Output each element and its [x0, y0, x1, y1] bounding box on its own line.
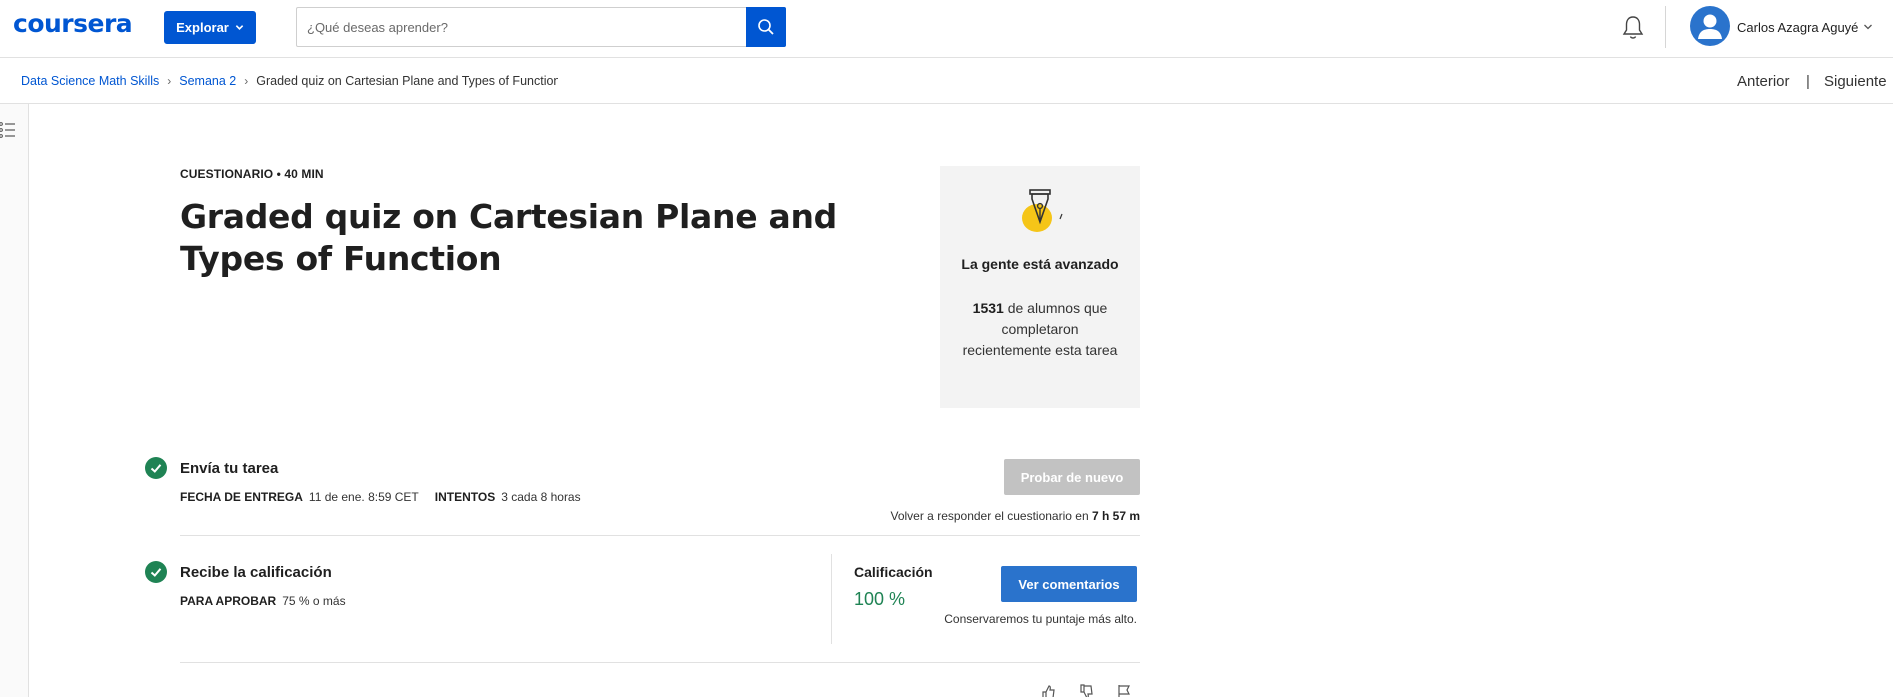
avatar[interactable]: [1690, 6, 1730, 46]
breadcrumb-week[interactable]: Semana 2: [179, 74, 236, 88]
progress-headline: La gente está avanzado: [961, 256, 1119, 272]
retry-countdown: 7 h 57 m: [1091, 509, 1140, 523]
search-box: [296, 7, 786, 47]
learner-count: 1531: [972, 300, 1004, 316]
breadcrumb: Data Science Math Skills › Semana 2 › Gr…: [21, 74, 558, 88]
explore-label: Explorar: [176, 20, 229, 35]
grade-value: 100 %: [854, 589, 906, 609]
pass-label: PARA APROBAR: [180, 594, 277, 608]
progress-text: 1531 de alumnos que completaron reciente…: [960, 298, 1120, 361]
grade-label: Calificación: [854, 564, 933, 580]
previous-button[interactable]: Anterior: [1737, 73, 1790, 90]
user-name[interactable]: Carlos Azagra Aguyé: [1737, 20, 1858, 35]
search-icon: [758, 19, 774, 35]
breadcrumb-current: Graded quiz on Cartesian Plane and Types…: [256, 74, 559, 88]
chevron-right-icon: ›: [244, 74, 249, 88]
progress-card: La gente está avanzado 1531 de alumnos q…: [940, 166, 1140, 408]
breadcrumb-bar: Data Science Math Skills › Semana 2 › Gr…: [0, 58, 1893, 104]
user-icon: [1698, 14, 1722, 39]
thumbs-down-icon[interactable]: [1078, 684, 1094, 697]
section-divider: [180, 662, 1140, 663]
quiz-meta: CUESTIONARIO • 40 MIN: [180, 167, 324, 181]
page-title: Graded quiz on Cartesian Plane and Types…: [180, 197, 837, 278]
retry-button[interactable]: Probar de nuevo: [1004, 459, 1140, 495]
breadcrumb-course[interactable]: Data Science Math Skills: [21, 74, 159, 88]
check-circle-icon: [145, 561, 167, 583]
flag-icon[interactable]: [1116, 684, 1132, 697]
retry-note: Volver a responder el cuestionario en 7 …: [820, 509, 1141, 523]
submit-step-title: Envía tu tarea: [180, 460, 279, 477]
attempts-value: 3 cada 8 horas: [501, 490, 581, 504]
section-divider: [180, 535, 1140, 536]
outline-list-icon[interactable]: [0, 120, 18, 140]
keep-score-note: Conservaremos tu puntaje más alto.: [944, 612, 1137, 626]
attempts-label: INTENTOS: [434, 490, 496, 504]
view-comments-button[interactable]: Ver comentarios: [1001, 566, 1137, 602]
header-divider: [1665, 6, 1666, 48]
due-date-value: 11 de ene. 8:59 CET: [308, 490, 419, 504]
search-input[interactable]: [297, 8, 745, 46]
grade-step-title: Recibe la calificación: [180, 564, 332, 581]
top-header: coursera Explorar Carlos Azagra Aguyé: [0, 0, 1893, 58]
thumbs-up-icon[interactable]: [1040, 684, 1056, 697]
pen-nib-icon: [1022, 189, 1063, 232]
chevron-down-icon[interactable]: [1863, 22, 1873, 32]
search-button[interactable]: [746, 7, 786, 47]
bell-icon[interactable]: [1620, 14, 1646, 42]
next-button[interactable]: Siguiente: [1824, 73, 1887, 90]
submit-step-meta: FECHA DE ENTREGA 11 de ene. 8:59 CET INTEN…: [180, 490, 581, 504]
explore-button[interactable]: Explorar: [164, 11, 256, 44]
due-date-label: FECHA DE ENTREGA: [180, 490, 303, 504]
coursera-logo[interactable]: coursera: [13, 9, 133, 38]
feedback-icons: [1040, 684, 1132, 697]
grade-step-meta: PARA APROBAR 75 % o más: [180, 594, 346, 608]
chevron-right-icon: ›: [167, 74, 172, 88]
chevron-down-icon: [235, 25, 244, 30]
pass-value: 75 % o más: [282, 594, 346, 608]
retry-note-text: Volver a responder el cuestionario en: [890, 509, 1089, 523]
nav-divider: |: [1806, 73, 1810, 90]
side-rail: [0, 104, 29, 697]
check-circle-icon: [145, 457, 167, 479]
grade-divider: [831, 554, 832, 644]
